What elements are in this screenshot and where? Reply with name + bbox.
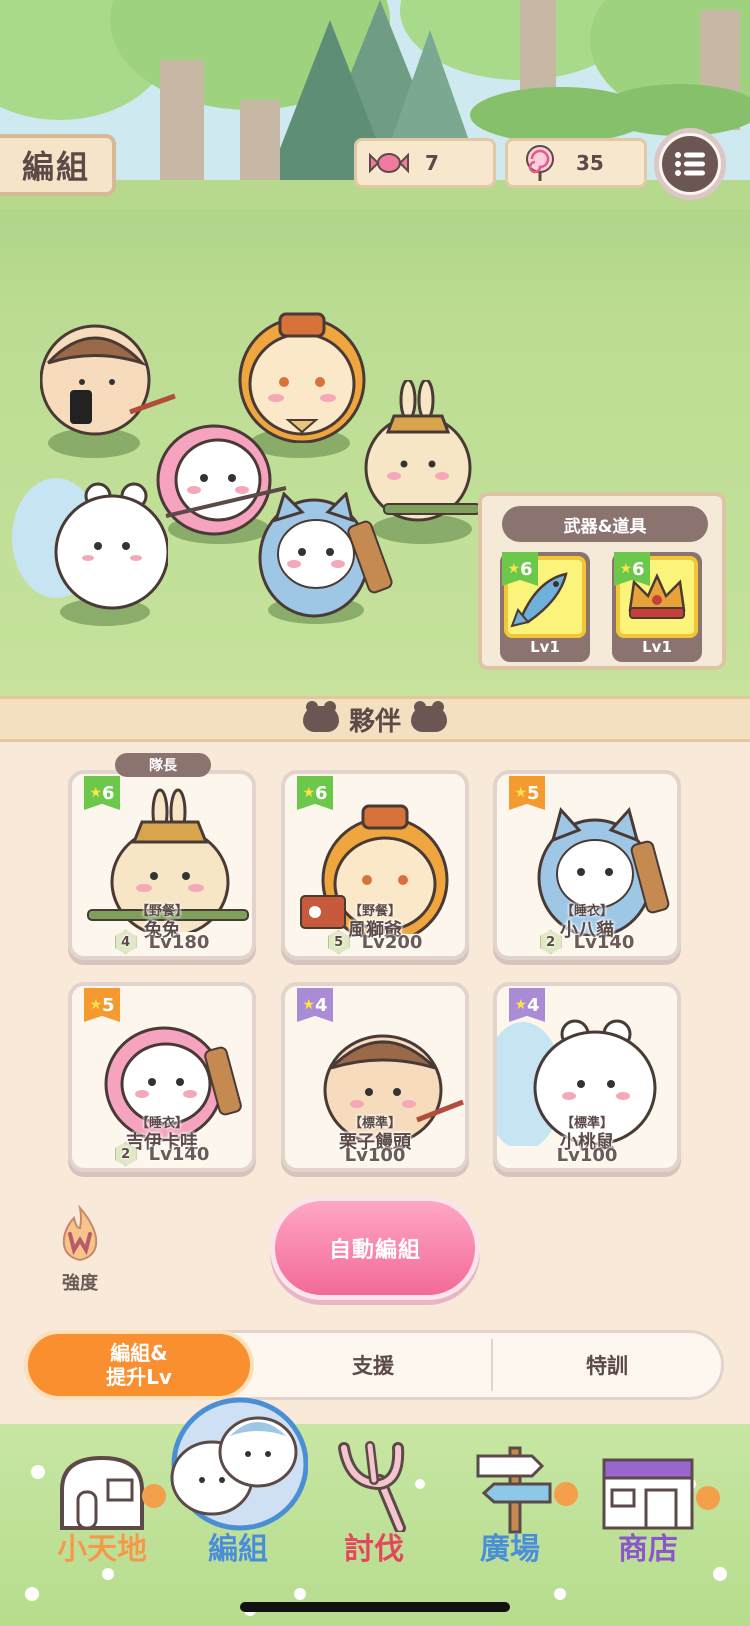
auto-formation-button[interactable]: 自動編組 <box>270 1196 480 1300</box>
partner-level: Lv200 <box>361 931 423 953</box>
tab-training[interactable]: 特訓 <box>493 1333 721 1397</box>
rank-badge: 2 <box>539 930 562 954</box>
pitchfork-icon <box>338 1441 406 1532</box>
partner-card-hachiware[interactable]: ★ 5 【睡衣】 小八貓 2 Lv140 <box>493 770 681 960</box>
home-indicator[interactable] <box>240 1602 510 1612</box>
partner-card-chestnut-bun[interactable]: ★ 4 【標準】 栗子饅頭 Lv100 <box>281 982 469 1172</box>
lollipop-counter[interactable]: 35 <box>505 138 647 188</box>
partner-level-row: Lv100 <box>497 1145 677 1166</box>
momonga-character <box>12 478 168 610</box>
candy-icon <box>367 141 411 185</box>
page-title: 編組 <box>0 134 116 196</box>
menu-button[interactable] <box>654 128 726 200</box>
hachiware-character <box>258 492 393 618</box>
item-level: Lv1 <box>642 638 672 656</box>
nav-subjugation[interactable]: 討伐 <box>314 1524 434 1568</box>
rank-badge: 4 <box>114 930 137 954</box>
weapons-items-title: 武器&道具 <box>502 506 708 542</box>
strength-label: 強度 <box>62 1273 98 1294</box>
tab-support[interactable]: 支援 <box>257 1333 489 1397</box>
weapons-items-panel: 武器&道具 ★ 6 Lv1 ★ 6 Lv1 <box>478 492 726 670</box>
battle-scene: 編組 7 35 武器&道具 ★ 6 Lv1 ★ 6 Lv1 <box>0 0 750 700</box>
partner-card-usagi[interactable]: ★ 6 【野餐】 兔兔 4 Lv180 <box>68 770 256 960</box>
bear-ear-icon <box>411 701 447 732</box>
partner-level: Lv140 <box>573 931 635 953</box>
nav-home-label: 小天地 <box>57 1532 147 1567</box>
candy-value: 7 <box>425 151 439 175</box>
flame-icon <box>62 1204 98 1262</box>
shop-icon <box>602 1458 720 1530</box>
partner-card-lion-grandpa[interactable]: ★ 6 【野餐】 風獅爺 5 Lv200 <box>281 770 469 960</box>
partner-level-row: 4 Lv180 <box>72 930 252 954</box>
partner-level-row: 5 Lv200 <box>285 930 465 954</box>
partners-title: 夥伴 <box>348 706 401 737</box>
partner-card-chiikawa[interactable]: ★ 5 【睡衣】 吉伊卡哇 2 Lv140 <box>68 982 256 1172</box>
strength-button[interactable]: 強度 <box>50 1204 110 1295</box>
team-icon <box>170 1397 308 1531</box>
captain-label: 隊長 <box>115 753 211 777</box>
nav-formation-label: 編組 <box>208 1532 268 1567</box>
partner-level: Lv100 <box>344 1145 406 1166</box>
partner-card-momonga[interactable]: ★ 4 【標準】 小桃鼠 Lv100 <box>493 982 681 1172</box>
signpost-icon <box>476 1446 578 1534</box>
tab-label-line2: 提升Lv <box>106 1365 172 1389</box>
bear-ear-icon <box>302 701 339 732</box>
tab-label-line1: 編組& <box>110 1341 168 1365</box>
partners-header: 夥伴 <box>0 696 750 742</box>
tab-formation-levelup[interactable]: 編組& 提升Lv <box>24 1330 254 1400</box>
list-menu-icon <box>662 136 718 192</box>
house-icon <box>60 1455 166 1530</box>
nav-plaza[interactable]: 廣場 <box>450 1524 570 1568</box>
nav-subjugation-label: 討伐 <box>344 1532 404 1567</box>
nav-formation[interactable]: 編組 <box>178 1524 298 1568</box>
partner-level: Lv100 <box>556 1145 618 1166</box>
weapon-level: Lv1 <box>530 638 560 656</box>
rank-badge: 5 <box>327 930 350 954</box>
nav-home[interactable]: 小天地 <box>42 1524 162 1568</box>
partner-level-row: 2 Lv140 <box>497 930 677 954</box>
partner-level-row: 2 Lv140 <box>72 1142 252 1166</box>
candy-counter[interactable]: 7 <box>354 138 496 188</box>
lollipop-value: 35 <box>576 151 604 175</box>
partner-level-row: Lv100 <box>285 1145 465 1166</box>
partner-level: Lv180 <box>148 931 210 953</box>
nav-shop-label: 商店 <box>618 1532 678 1567</box>
sub-tabs: 編組& 提升Lv 支援 特訓 <box>24 1330 724 1400</box>
partner-level: Lv140 <box>148 1143 210 1165</box>
rank-badge: 2 <box>114 1142 137 1166</box>
lollipop-icon <box>518 141 562 185</box>
weapon-slot-1[interactable]: ★ 6 Lv1 <box>500 552 590 662</box>
weapon-slot-2[interactable]: ★ 6 Lv1 <box>612 552 702 662</box>
nav-shop[interactable]: 商店 <box>588 1524 708 1568</box>
nav-plaza-label: 廣場 <box>480 1532 540 1567</box>
